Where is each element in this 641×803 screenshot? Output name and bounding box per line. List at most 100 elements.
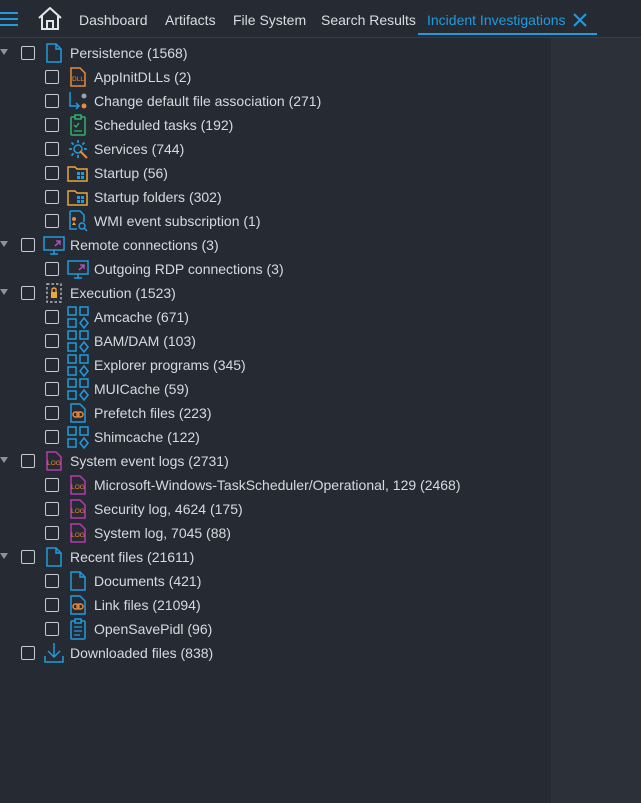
tree-item-checkbox[interactable] xyxy=(21,550,35,564)
tree-group-row[interactable]: Execution (1523) xyxy=(0,281,551,305)
tree-item-row[interactable]: Documents (421) xyxy=(0,569,551,593)
tree-item-row[interactable]: LOG Microsoft-Windows-TaskScheduler/Opera… xyxy=(0,473,551,497)
tree-item-checkbox[interactable] xyxy=(21,454,35,468)
tree-item-row[interactable]: Startup (56) xyxy=(0,161,551,185)
tree-item-checkbox[interactable] xyxy=(21,646,35,660)
tree-item-checkbox[interactable] xyxy=(45,214,59,228)
tree-item-checkbox[interactable] xyxy=(21,286,35,300)
tree-item-checkbox[interactable] xyxy=(45,262,59,276)
expand-caret-icon[interactable] xyxy=(0,457,8,463)
tree-item-row[interactable]: LOG System log, 7045 (88) xyxy=(0,521,551,545)
tree-item-checkbox[interactable] xyxy=(45,526,59,540)
tab-file-system[interactable]: File System xyxy=(233,0,306,38)
tree-item-label: Scheduled tasks (192) xyxy=(94,117,234,133)
startup-folder-icon xyxy=(66,161,90,185)
tree-item-checkbox[interactable] xyxy=(21,238,35,252)
tree-item-checkbox[interactable] xyxy=(45,310,59,324)
svg-text:LOG: LOG xyxy=(71,484,85,491)
tree-item-label: System event logs (2731) xyxy=(70,453,229,469)
tree-item-checkbox[interactable] xyxy=(45,358,59,372)
tree-item-row[interactable]: MUICache (59) xyxy=(0,377,551,402)
tree-item-label: Services (744) xyxy=(94,141,185,157)
monitor-icon xyxy=(42,233,66,257)
close-tab-icon[interactable] xyxy=(573,13,587,27)
tree-item-row[interactable]: Prefetch files (223) xyxy=(0,401,551,425)
tree-group-row[interactable]: LOG System event logs (2731) xyxy=(0,449,551,473)
execution-icon xyxy=(42,281,66,305)
tree-item-label: WMI event subscription (1) xyxy=(94,213,261,229)
tree-item-label: OpenSavePidl (96) xyxy=(94,621,213,637)
log-file-icon: LOG xyxy=(66,521,90,545)
home-icon[interactable] xyxy=(36,4,64,32)
tree-item-label: BAM/DAM (103) xyxy=(94,333,196,349)
tree-item-checkbox[interactable] xyxy=(45,142,59,156)
link-file-icon xyxy=(66,401,90,425)
clipboard-icon xyxy=(66,617,90,641)
expand-caret-icon[interactable] xyxy=(0,241,8,247)
tree-group-row[interactable]: Downloaded files (838) xyxy=(0,641,551,665)
tree-item-label: System log, 7045 (88) xyxy=(94,525,231,541)
tree-item-row[interactable]: BAM/DAM (103) xyxy=(0,329,551,354)
tree-item-row[interactable]: OpenSavePidl (96) xyxy=(0,617,551,641)
tree-item-checkbox[interactable] xyxy=(45,598,59,612)
tree-item-checkbox[interactable] xyxy=(45,334,59,348)
tree-item-label: Microsoft-Windows-TaskScheduler/Operatio… xyxy=(94,477,461,493)
tree-item-label: Change default file association (271) xyxy=(94,93,322,109)
tree-item-checkbox[interactable] xyxy=(45,574,59,588)
menu-icon[interactable] xyxy=(0,11,20,27)
tree-group-row[interactable]: Remote connections (3) xyxy=(0,233,551,257)
tree-item-checkbox[interactable] xyxy=(45,478,59,492)
log-file-icon: LOG xyxy=(42,449,66,473)
tree-item-checkbox[interactable] xyxy=(45,430,59,444)
tree-item-label: Explorer programs (345) xyxy=(94,357,246,373)
tree-item-label: Shimcache (122) xyxy=(94,429,200,445)
tab-search-results[interactable]: Search Results xyxy=(321,0,416,38)
tree-item-checkbox[interactable] xyxy=(45,118,59,132)
tree-item-row[interactable]: Change default file association (271) xyxy=(0,89,551,113)
tree-group-row[interactable]: Persistence (1568) xyxy=(0,41,551,65)
tree-item-label: Amcache (671) xyxy=(94,309,189,325)
tree-item-row[interactable]: Startup folders (302) xyxy=(0,185,551,209)
expand-caret-icon[interactable] xyxy=(0,49,8,55)
tree-item-row[interactable]: LOG Security log, 4624 (175) xyxy=(0,497,551,521)
tree-item-row[interactable]: Explorer programs (345) xyxy=(0,353,551,378)
top-navigation-bar: Dashboard Artifacts File System Search R… xyxy=(0,0,641,38)
tree-group-row[interactable]: Recent files (21611) xyxy=(0,545,551,569)
svg-text:LOG: LOG xyxy=(47,460,61,467)
tree-item-checkbox[interactable] xyxy=(45,94,59,108)
tree-item-row[interactable]: Services (744) xyxy=(0,137,551,161)
svg-text:LOG: LOG xyxy=(71,508,85,515)
app-grid-icon xyxy=(66,329,90,354)
tab-artifacts[interactable]: Artifacts xyxy=(165,0,216,38)
tree-item-label: Prefetch files (223) xyxy=(94,405,212,421)
tree-item-checkbox[interactable] xyxy=(21,46,35,60)
app-grid-icon xyxy=(66,305,90,330)
log-file-icon: LOG xyxy=(66,473,90,497)
tab-dashboard[interactable]: Dashboard xyxy=(79,0,148,38)
tree-item-label: Persistence (1568) xyxy=(70,45,188,61)
tree-item-label: Downloaded files (838) xyxy=(70,645,214,661)
tree-item-checkbox[interactable] xyxy=(45,406,59,420)
tree-item-checkbox[interactable] xyxy=(45,166,59,180)
svg-text:LOG: LOG xyxy=(71,532,85,539)
tree-item-checkbox[interactable] xyxy=(45,382,59,396)
tree-item-checkbox[interactable] xyxy=(45,190,59,204)
tree-item-checkbox[interactable] xyxy=(45,502,59,516)
expand-caret-icon[interactable] xyxy=(0,553,8,559)
scheduled-task-icon xyxy=(66,113,90,137)
wmi-subscription-icon xyxy=(66,209,90,233)
tree-item-checkbox[interactable] xyxy=(45,622,59,636)
tree-item-row[interactable]: DLL AppInitDLLs (2) xyxy=(0,65,551,89)
tree-item-row[interactable]: Link files (21094) xyxy=(0,593,551,617)
expand-caret-icon[interactable] xyxy=(0,289,8,295)
tree-item-checkbox[interactable] xyxy=(45,70,59,84)
tree-item-row[interactable]: WMI event subscription (1) xyxy=(0,209,551,233)
tree-item-row[interactable]: Amcache (671) xyxy=(0,305,551,330)
tree-item-label: Execution (1523) xyxy=(70,285,176,301)
tree-item-row[interactable]: Shimcache (122) xyxy=(0,425,551,450)
log-file-icon: LOG xyxy=(66,497,90,521)
tree-item-row[interactable]: Scheduled tasks (192) xyxy=(0,113,551,137)
document-icon xyxy=(42,545,66,569)
tree-item-row[interactable]: Outgoing RDP connections (3) xyxy=(0,257,551,281)
details-pane xyxy=(551,38,641,803)
